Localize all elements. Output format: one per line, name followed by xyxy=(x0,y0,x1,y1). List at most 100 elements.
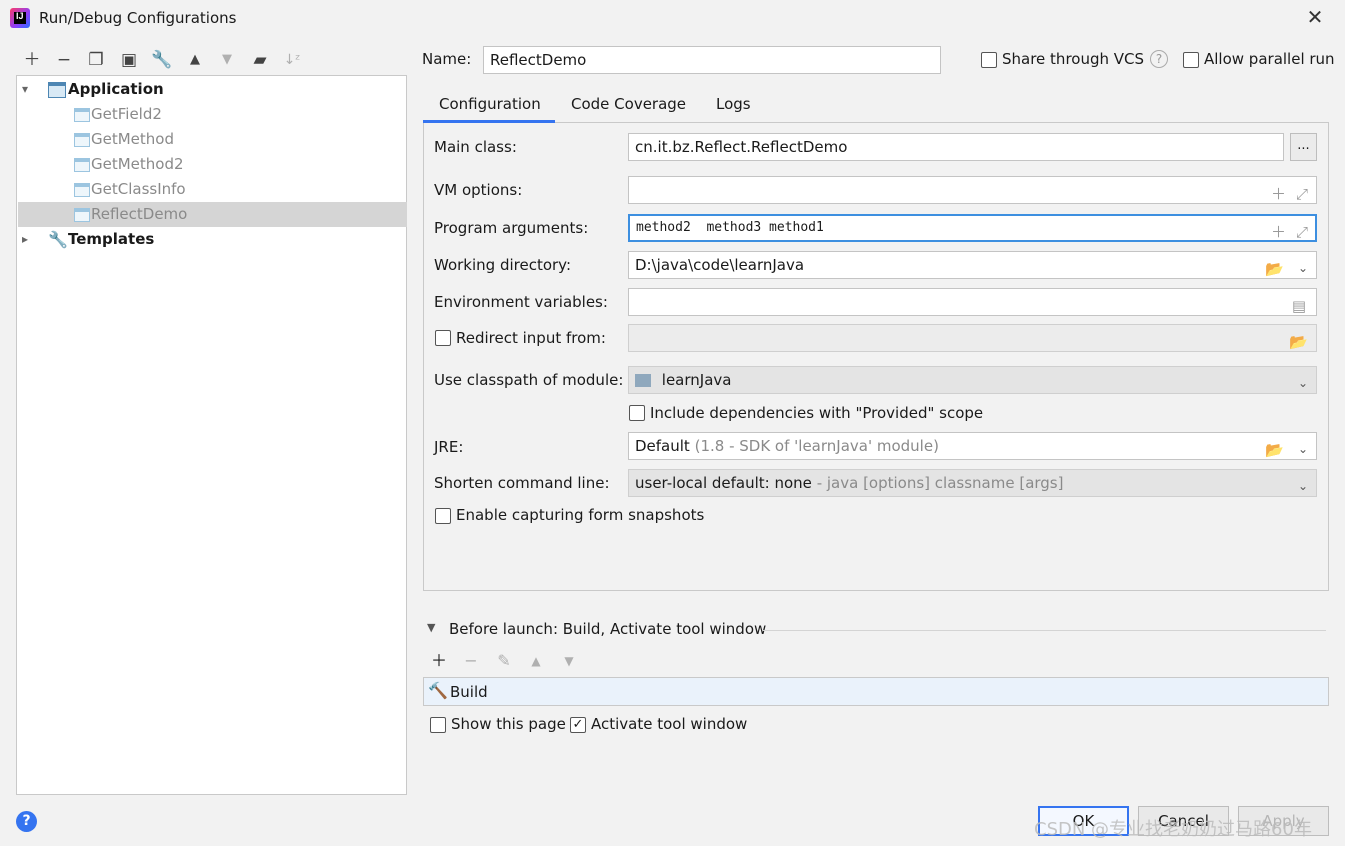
move-task-down-icon[interactable]: ▼ xyxy=(557,651,581,671)
chevron-down-icon[interactable]: ⌄ xyxy=(1298,436,1308,462)
jre-value: Default xyxy=(635,437,690,455)
add-icon[interactable]: ＋ xyxy=(1271,220,1286,244)
tree-label-application: Application xyxy=(68,80,164,98)
config-icon xyxy=(74,183,90,197)
build-task-row[interactable]: 🔨 Build xyxy=(423,677,1329,706)
jre-hint: (1.8 - SDK of 'learnJava' module) xyxy=(694,437,939,455)
config-icon xyxy=(74,158,90,172)
tree-item-label: GetMethod2 xyxy=(91,155,184,173)
wrench-icon[interactable]: 🔧 xyxy=(150,48,174,72)
main-class-label: Main class: xyxy=(434,138,517,156)
config-icon xyxy=(74,108,90,122)
jre-label: JRE: xyxy=(434,438,464,456)
program-args-input[interactable]: method2 method3 method1 ＋ ⤢ xyxy=(628,214,1317,242)
tree-item-label: GetClassInfo xyxy=(91,180,186,198)
move-up-icon[interactable]: ▲ xyxy=(183,48,207,72)
remove-task-icon[interactable]: − xyxy=(459,651,483,671)
tree-item-getmethod[interactable]: GetMethod xyxy=(18,127,407,152)
expand-icon[interactable]: ⤢ xyxy=(1296,181,1308,207)
tab-configuration[interactable]: Configuration xyxy=(439,95,541,122)
chevron-right-icon[interactable]: ▸ xyxy=(22,227,28,252)
copy-icon[interactable]: ❐ xyxy=(84,48,108,72)
add-icon[interactable]: ＋ xyxy=(1271,181,1286,207)
allow-parallel-checkbox[interactable] xyxy=(1183,52,1199,68)
config-icon xyxy=(74,133,90,147)
tree-item-label: GetMethod xyxy=(91,130,174,148)
chevron-down-icon[interactable]: ⌄ xyxy=(1298,473,1308,499)
help-icon[interactable]: ? xyxy=(16,811,37,832)
share-vcs-checkbox[interactable] xyxy=(981,52,997,68)
working-dir-label: Working directory: xyxy=(434,256,572,274)
before-launch-divider xyxy=(763,630,1326,631)
before-launch-title: Before launch: Build, Activate tool wind… xyxy=(449,620,767,638)
vm-options-input[interactable]: ＋ ⤢ xyxy=(628,176,1317,204)
collapse-triangle-icon[interactable]: ▼ xyxy=(427,621,435,634)
classpath-label: Use classpath of module: xyxy=(434,371,624,389)
sort-az-icon[interactable]: ↓ᶻ xyxy=(280,48,304,72)
config-icon xyxy=(74,208,90,222)
shorten-label: Shorten command line: xyxy=(434,474,610,492)
build-task-label: Build xyxy=(450,683,488,701)
shorten-select[interactable]: user-local default: none - java [options… xyxy=(628,469,1317,497)
program-args-value: method2 method3 method1 xyxy=(636,220,824,235)
chevron-down-icon[interactable]: ⌄ xyxy=(1298,370,1308,396)
working-dir-input[interactable]: D:\java\code\learnJava 📂 ⌄ xyxy=(628,251,1317,279)
main-class-input[interactable]: cn.it.bz.Reflect.ReflectDemo xyxy=(628,133,1284,161)
name-input[interactable]: ReflectDemo xyxy=(483,46,941,74)
working-dir-value: D:\java\code\learnJava xyxy=(635,256,805,274)
configuration-tree[interactable]: ▾ Application GetField2 GetMethod GetMet… xyxy=(16,75,407,795)
activate-tool-window-label: Activate tool window xyxy=(591,715,748,733)
edit-task-icon[interactable]: ✎ xyxy=(492,651,516,671)
env-vars-label: Environment variables: xyxy=(434,293,608,311)
tree-node-application[interactable]: ▾ Application xyxy=(18,77,407,102)
save-icon[interactable]: ▣ xyxy=(117,48,141,72)
hammer-icon: 🔨 xyxy=(428,681,448,700)
browse-main-class-button[interactable]: ... xyxy=(1290,133,1317,161)
tab-code-coverage[interactable]: Code Coverage xyxy=(571,95,686,122)
new-folder-icon[interactable]: ▰ xyxy=(248,48,272,72)
wrench-icon: 🔧 xyxy=(48,230,68,249)
window-title: Run/Debug Configurations xyxy=(39,9,237,27)
document-icon[interactable]: ▤ xyxy=(1292,293,1306,319)
include-deps-label: Include dependencies with "Provided" sco… xyxy=(650,404,984,422)
tree-node-templates[interactable]: ▸ 🔧 Templates xyxy=(18,227,407,252)
jre-select[interactable]: Default (1.8 - SDK of 'learnJava' module… xyxy=(628,432,1317,460)
snapshots-label: Enable capturing form snapshots xyxy=(456,506,705,524)
name-label: Name: xyxy=(422,50,472,68)
tree-item-label: ReflectDemo xyxy=(91,205,188,223)
remove-icon[interactable]: − xyxy=(52,48,76,72)
redirect-input-label: Redirect input from: xyxy=(456,329,606,347)
show-page-checkbox[interactable] xyxy=(430,717,446,733)
move-task-up-icon[interactable]: ▲ xyxy=(524,651,548,671)
share-vcs-label: Share through VCS xyxy=(1002,50,1145,68)
add-icon[interactable]: ＋ xyxy=(20,48,44,72)
chevron-down-icon[interactable]: ▾ xyxy=(22,77,28,102)
expand-icon[interactable]: ⤢ xyxy=(1296,220,1308,244)
folder-icon[interactable]: 📂 xyxy=(1265,437,1284,463)
add-task-icon[interactable]: ＋ xyxy=(427,651,451,671)
folder-icon[interactable]: 📂 xyxy=(1265,256,1284,282)
tree-item-getclassinfo[interactable]: GetClassInfo xyxy=(18,177,407,202)
tab-logs[interactable]: Logs xyxy=(716,95,751,122)
show-page-label: Show this page xyxy=(451,715,566,733)
close-icon[interactable]: ✕ xyxy=(1304,6,1326,28)
watermark: CSDN @专业找老奶奶过马路60年 xyxy=(1034,819,1312,840)
application-icon xyxy=(48,82,66,98)
activate-tool-window-checkbox[interactable]: ✓ xyxy=(570,717,586,733)
tree-item-reflectdemo[interactable]: ReflectDemo xyxy=(18,202,407,227)
classpath-value: learnJava xyxy=(661,371,732,389)
redirect-input-checkbox[interactable] xyxy=(435,330,451,346)
env-vars-input[interactable]: ▤ xyxy=(628,288,1317,316)
redirect-input-field: 📂 xyxy=(628,324,1317,352)
chevron-down-icon[interactable]: ⌄ xyxy=(1298,255,1308,281)
move-down-icon[interactable]: ▼ xyxy=(215,48,239,72)
tree-item-label: GetField2 xyxy=(91,105,162,123)
snapshots-checkbox[interactable] xyxy=(435,508,451,524)
include-deps-checkbox[interactable] xyxy=(629,405,645,421)
classpath-select[interactable]: learnJava ⌄ xyxy=(628,366,1317,394)
help-question-icon[interactable]: ? xyxy=(1150,50,1168,68)
tree-item-getmethod2[interactable]: GetMethod2 xyxy=(18,152,407,177)
program-args-label: Program arguments: xyxy=(434,219,589,237)
tree-label-templates: Templates xyxy=(68,230,155,248)
tree-item-getfield2[interactable]: GetField2 xyxy=(18,102,407,127)
